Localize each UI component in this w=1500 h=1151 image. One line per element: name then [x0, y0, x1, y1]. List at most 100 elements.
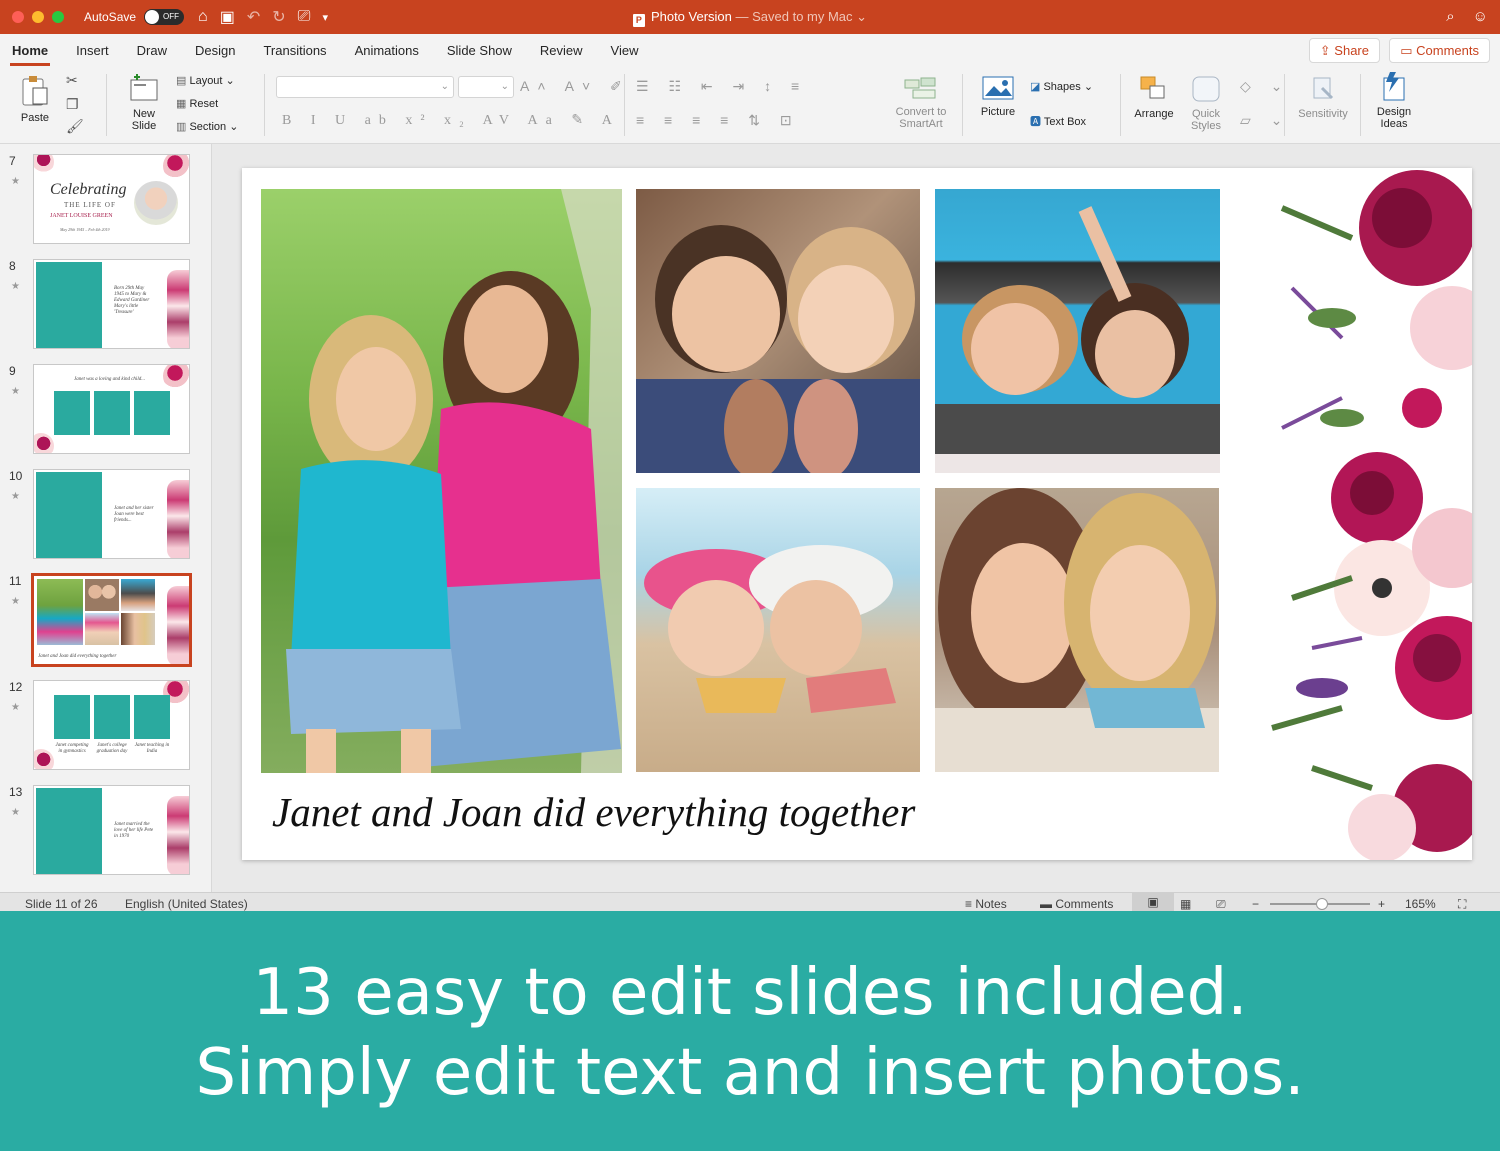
customize-toolbar-icon[interactable]: ▾ — [322, 11, 328, 24]
quick-styles-button[interactable]: Quick Styles — [1184, 74, 1228, 132]
zoom-in-icon[interactable]: + — [1378, 897, 1385, 911]
design-ideas-button[interactable]: Design Ideas — [1370, 70, 1418, 130]
playground-illustration — [935, 206, 1220, 473]
girls-illustration — [286, 189, 622, 773]
slide-caption[interactable]: Janet and Joan did everything together — [272, 788, 915, 836]
slide-thumbnail-9[interactable]: Janet was a loving and kind child... — [33, 364, 190, 454]
toddlers-illustration — [636, 225, 920, 473]
comments-button[interactable]: ▭ Comments — [1389, 38, 1490, 63]
paste-button[interactable]: Paste — [14, 74, 56, 124]
promo-banner: 13 easy to edit slides included. Simply … — [0, 911, 1500, 1151]
arrange-button[interactable]: Arrange — [1130, 74, 1178, 120]
normal-view-icon[interactable]: ▣ — [1132, 893, 1174, 912]
arrange-icon — [1140, 76, 1165, 99]
photo-beach[interactable] — [636, 488, 920, 772]
alignment-icons[interactable]: ≡ ≡ ≡ ≡ ⇅ ⊡ — [636, 112, 800, 129]
convert-smartart-button[interactable]: Convert to SmartArt — [888, 74, 954, 130]
fit-slide-icon[interactable]: ⛶ — [1458, 897, 1466, 912]
list-icons[interactable]: ☰ ☷ ⇤ ⇥ ↕ ≡ — [636, 78, 807, 95]
tab-review[interactable]: Review — [540, 43, 583, 58]
search-icon[interactable]: ⌕ — [1446, 8, 1454, 25]
photo-placeholder — [36, 262, 102, 348]
picture-button[interactable]: Picture — [974, 74, 1022, 118]
tab-home[interactable]: Home — [9, 43, 51, 66]
copy-icon[interactable]: ❐ — [66, 96, 79, 113]
tab-draw[interactable]: Draw — [137, 43, 167, 58]
star-icon: ★ — [11, 386, 20, 397]
tab-design[interactable]: Design — [195, 43, 235, 58]
photo-thumb — [121, 613, 155, 645]
redo-icon[interactable]: ↻ — [272, 7, 285, 27]
slide-thumbnail-10[interactable]: Janet and her sister Joan were best frie… — [33, 469, 190, 559]
minimize-window-button[interactable] — [32, 11, 44, 23]
font-name-dropdown[interactable]: ⌄ — [276, 76, 454, 98]
format-painter-icon[interactable]: 🖌 — [66, 118, 84, 135]
photo-toddlers[interactable] — [636, 189, 920, 473]
shape-fill-icons[interactable]: ◇ ⌄ — [1240, 78, 1290, 95]
text-box-icon: 🅰 — [1030, 116, 1044, 128]
photo-playground[interactable] — [935, 189, 1220, 473]
photo-girls-on-grass[interactable] — [261, 189, 622, 773]
comments-status-label: Comments — [1055, 897, 1114, 911]
new-slide-button[interactable]: New Slide — [118, 74, 170, 132]
reset-button[interactable]: ▦ Reset — [176, 97, 218, 110]
slide-thumbnails-panel[interactable]: 7 ★ Celebrating THE LIFE OF JANET LOUISE… — [0, 144, 212, 892]
shape-outline-icons[interactable]: ▱ ⌄ — [1240, 112, 1290, 129]
notes-button[interactable]: ≡ Notes — [965, 897, 1007, 911]
slide-thumbnail-7[interactable]: Celebrating THE LIFE OF JANET LOUISE GRE… — [33, 154, 190, 244]
feedback-smiley-icon[interactable]: ☺ — [1473, 8, 1488, 25]
layout-button[interactable]: ▤ Layout ⌄ — [176, 74, 235, 87]
shapes-button[interactable]: ◪ Shapes ⌄ — [1030, 80, 1093, 93]
comment-icon: ▬ — [1040, 897, 1056, 911]
tab-transitions[interactable]: Transitions — [263, 43, 326, 58]
font-style-icons[interactable]: B I U ab x² x₂ AV Aa ✎ A — [282, 112, 620, 129]
the-life-of-text: THE LIFE OF — [64, 201, 116, 209]
autosave-toggle[interactable]: OFF — [144, 9, 185, 25]
text-box-button[interactable]: 🅰 Text Box — [1030, 113, 1086, 129]
slide-number: 13 — [9, 785, 23, 799]
star-icon: ★ — [11, 281, 20, 292]
comment-icon: ▭ — [1400, 43, 1417, 58]
autosave-label: AutoSave — [84, 10, 137, 24]
zoom-window-button[interactable] — [52, 11, 64, 23]
star-icon: ★ — [11, 807, 20, 818]
photo-placeholder — [36, 472, 102, 558]
present-icon[interactable]: ⎚ — [298, 8, 311, 26]
tab-animations[interactable]: Animations — [355, 43, 419, 58]
cut-icon[interactable]: ✂ — [66, 72, 78, 89]
share-icon: ⇪ — [1319, 43, 1335, 58]
sensitivity-button[interactable]: Sensitivity — [1292, 74, 1354, 120]
share-label: Share — [1334, 43, 1369, 58]
ribbon-tabs: Home Insert Draw Design Transitions Anim… — [0, 34, 1500, 66]
tab-slide-show[interactable]: Slide Show — [447, 43, 512, 58]
slide-canvas[interactable]: Janet and Joan did everything together — [242, 168, 1472, 860]
photo-placeholder — [36, 788, 102, 874]
star-icon: ★ — [11, 176, 20, 187]
comments-status-button[interactable]: ▬ Comments — [1040, 897, 1113, 911]
picture-icon — [982, 76, 1014, 100]
reading-view-icon[interactable]: ⎚ — [1216, 897, 1226, 912]
font-size-dropdown[interactable]: ⌄ — [458, 76, 514, 98]
close-window-button[interactable] — [12, 11, 24, 23]
tab-insert[interactable]: Insert — [76, 43, 109, 58]
save-icon[interactable]: ▣ — [220, 7, 235, 27]
undo-icon[interactable]: ↶ — [247, 7, 260, 27]
language-indicator[interactable]: English (United States) — [125, 897, 248, 911]
zoom-out-icon[interactable]: − — [1252, 897, 1259, 911]
font-size-adjust-icons[interactable]: A˄ A˅ ✐ — [520, 78, 630, 95]
zoom-level[interactable]: 165% — [1405, 897, 1436, 911]
zoom-slider-thumb[interactable] — [1316, 898, 1328, 910]
zoom-slider[interactable] — [1270, 898, 1370, 910]
slide-sorter-icon[interactable]: ▦ — [1180, 897, 1191, 911]
slide-thumbnail-12[interactable]: Janet competing in gymnastics Janet's co… — [33, 680, 190, 770]
slide-thumbnail-13[interactable]: Janet married the love of her life Pete … — [33, 785, 190, 875]
section-button[interactable]: ▥ Section ⌄ — [176, 120, 238, 133]
slide-thumbnail-11[interactable]: Janet and Joan did everything together — [31, 573, 192, 667]
tab-view[interactable]: View — [611, 43, 639, 58]
home-icon[interactable]: ⌂ — [198, 8, 208, 26]
photo-young-women[interactable] — [935, 488, 1219, 772]
floral-decoration — [34, 433, 54, 453]
share-button[interactable]: ⇪ Share — [1308, 38, 1380, 63]
convert-label: Convert to SmartArt — [895, 106, 947, 130]
slide-thumbnail-8[interactable]: Born 29th May 1945 to Mary & Edward Gard… — [33, 259, 190, 349]
